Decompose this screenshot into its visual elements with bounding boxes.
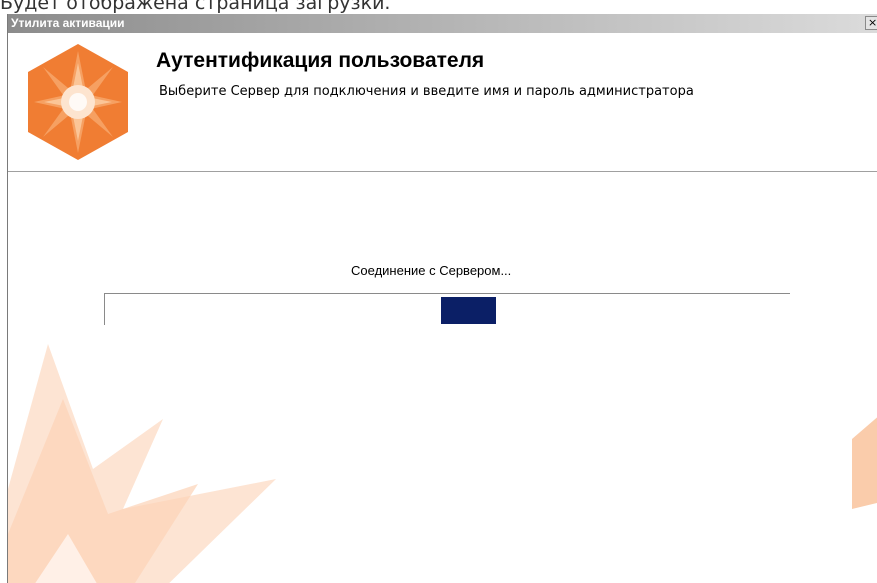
activation-utility-window: Утилита активации × Аутентификация польз… [7, 14, 877, 583]
window-titlebar[interactable]: Утилита активации × [8, 14, 877, 33]
logo-icon [28, 44, 128, 160]
wizard-header: Аутентификация пользователя Выберите Сер… [8, 33, 877, 172]
page-title: Аутентификация пользователя [156, 49, 485, 72]
page-subtitle: Выберите Сервер для подключения и введит… [159, 84, 694, 99]
document-caption: Будет отображена страница загрузки. [0, 0, 391, 14]
close-button[interactable]: × [865, 16, 877, 30]
close-icon: × [868, 16, 877, 29]
connection-progress-bar [104, 293, 790, 325]
window-title: Утилита активации [11, 16, 125, 30]
progress-marquee-chunk [441, 297, 496, 324]
connection-status-text: Соединение с Сервером... [351, 263, 512, 278]
